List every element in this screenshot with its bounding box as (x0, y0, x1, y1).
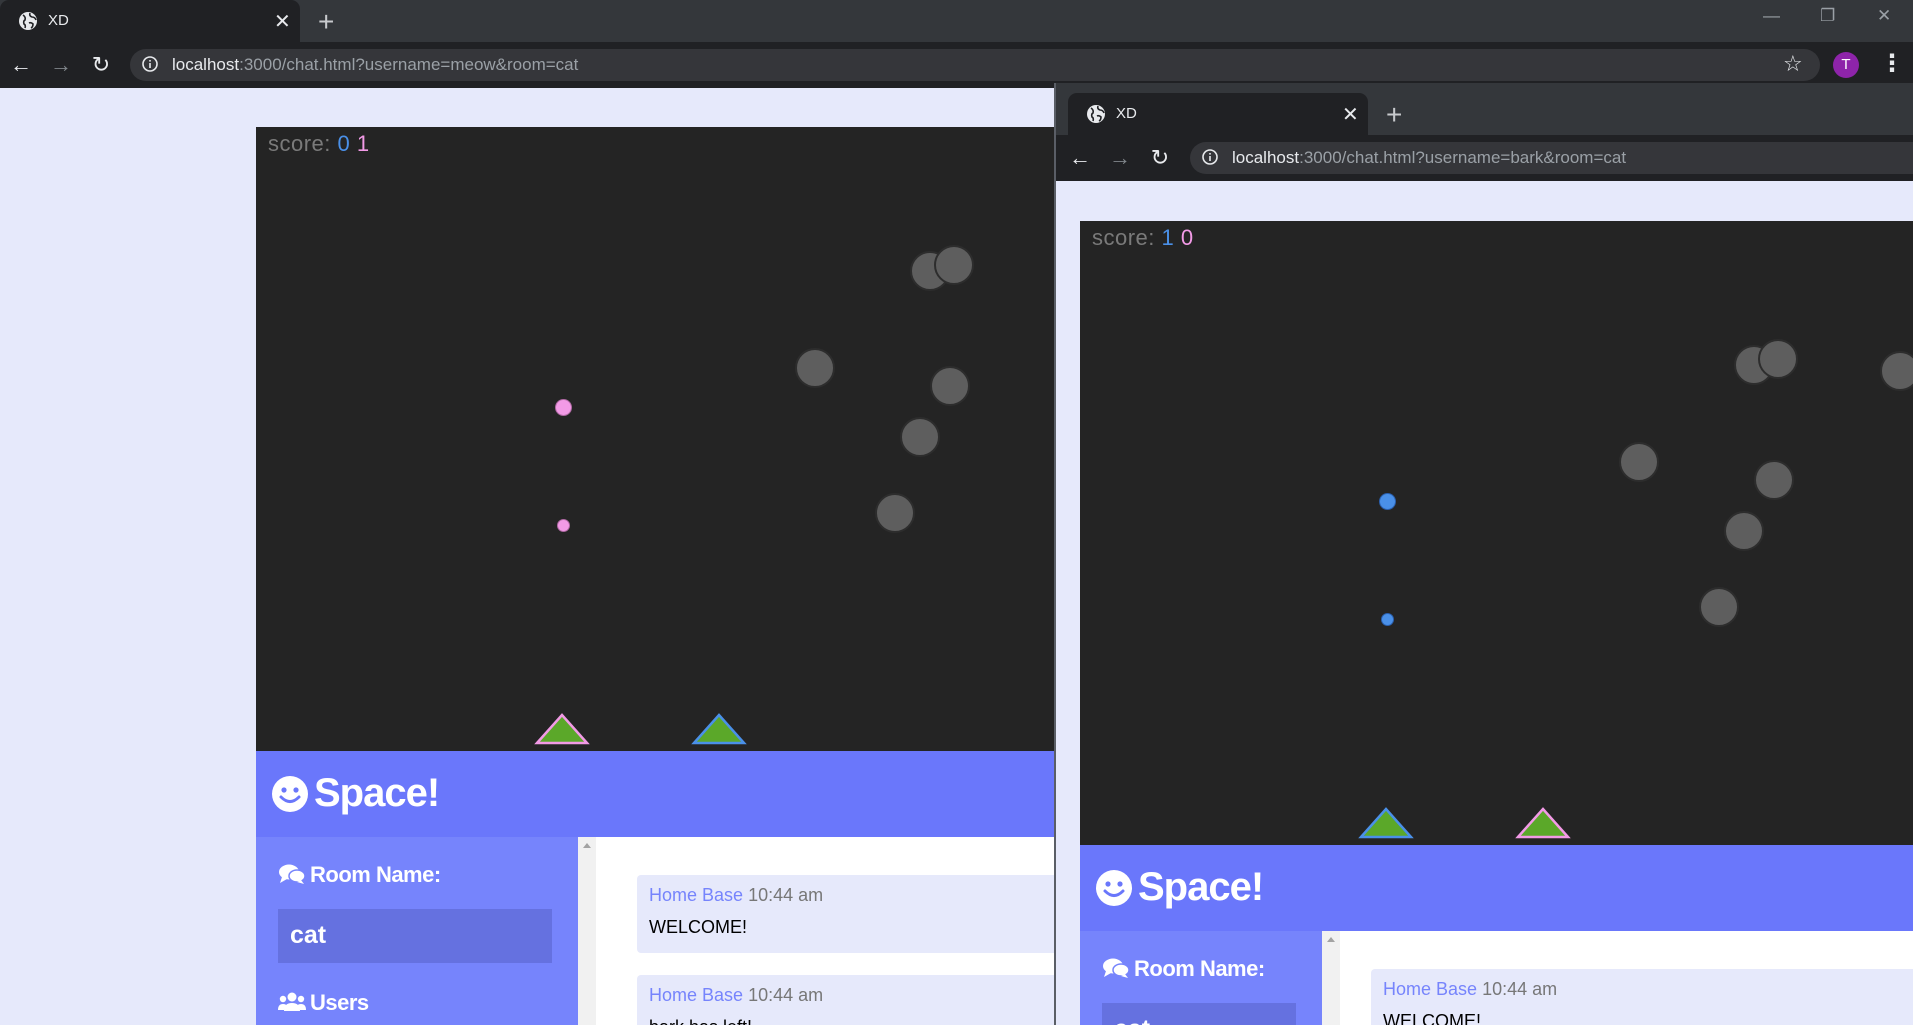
reload-icon[interactable]: ↻ (1142, 135, 1178, 181)
bullet-pink (555, 399, 572, 416)
game-canvas[interactable]: score: 1 0 (1080, 221, 1913, 845)
bullet-blue (1381, 613, 1394, 626)
chat-messages: Home Base 10:44 am WELCOME! (1322, 931, 1913, 1025)
room-name-value: cat (1114, 1015, 1150, 1025)
room-name-label: Room Name: (278, 862, 441, 888)
player-ship-blue (691, 713, 747, 745)
message-author: Home Base (1383, 979, 1478, 999)
url-text: localhost:3000/chat.html?username=bark&r… (1232, 148, 1627, 167)
room-name-value: cat (290, 921, 327, 949)
scrollbar[interactable] (578, 837, 596, 1025)
message-time: 10:44 am (1482, 979, 1558, 999)
message-author: Home Base (649, 885, 744, 905)
chat-sidebar: Room Name: cat Users (256, 837, 578, 1025)
asteroid (795, 348, 835, 388)
asteroid (934, 245, 974, 285)
chat-sidebar: Room Name: cat (1080, 931, 1322, 1025)
bullet-blue (1379, 493, 1396, 510)
profile-avatar[interactable]: T (1833, 52, 1859, 78)
smile-icon (272, 776, 308, 812)
chat-message: Home Base 10:44 am WELCOME! (1371, 969, 1913, 1025)
comments-icon (279, 864, 306, 884)
asteroid (1880, 351, 1913, 391)
room-name-field: cat (278, 909, 552, 963)
tab-xd[interactable]: XD ✕ (1068, 93, 1368, 135)
url-text: localhost:3000/chat.html?username=meow&r… (172, 55, 579, 74)
player-ship-pink (534, 713, 590, 745)
restore-icon[interactable]: ❐ (1820, 6, 1835, 26)
browser-toolbar: ← → ↻ localhost:3000/chat.html?username=… (0, 42, 1913, 88)
scroll-up-arrow-icon[interactable] (583, 843, 591, 848)
forward-icon[interactable]: → (43, 42, 79, 88)
close-tab-icon[interactable]: ✕ (274, 9, 291, 34)
bullet-pink (557, 519, 570, 532)
message-author: Home Base (649, 985, 744, 1005)
address-bar[interactable]: localhost:3000/chat.html?username=meow&r… (130, 49, 1820, 81)
tab-xd[interactable]: XD ✕ (0, 0, 300, 42)
browser-window-bark: XD ✕ + ← → ↻ localhost:3000/chat.html?us… (1054, 83, 1913, 1025)
globe-icon (19, 12, 37, 30)
score-display: score: 0 1 (268, 131, 370, 156)
smile-icon (1096, 870, 1132, 906)
tab-title: XD (48, 12, 69, 29)
minimize-icon[interactable]: — (1763, 6, 1780, 26)
message-time: 10:44 am (748, 885, 824, 905)
tab-strip: XD ✕ + (1056, 83, 1913, 135)
chat-messages: Home Base 10:44 am WELCOME! Home Base 10… (578, 837, 1056, 1025)
asteroid (1758, 339, 1798, 379)
brand-title: Space! (1138, 865, 1264, 909)
brand-title: Space! (314, 771, 440, 815)
globe-icon (1087, 105, 1105, 123)
bookmark-star-icon[interactable]: ☆ (1783, 51, 1803, 77)
back-icon[interactable]: ← (1062, 135, 1098, 181)
users-icon (278, 992, 306, 1011)
address-bar[interactable]: localhost:3000/chat.html?username=bark&r… (1190, 142, 1913, 174)
player-ship-blue (1358, 807, 1414, 839)
score-display: score: 1 0 (1092, 225, 1194, 250)
score-pink: 0 (1180, 225, 1194, 250)
message-text: WELCOME! (649, 917, 748, 937)
comments-icon (1103, 958, 1130, 978)
asteroid (1699, 587, 1739, 627)
tab-title: XD (1116, 105, 1137, 122)
score-blue: 1 (1161, 225, 1175, 250)
asteroid (1724, 511, 1764, 551)
message-time: 10:44 am (748, 985, 824, 1005)
users-label: Users (278, 990, 369, 1016)
asteroid (1754, 460, 1794, 500)
message-text: bark has left! (649, 1017, 752, 1025)
close-window-icon[interactable]: ✕ (1877, 6, 1891, 26)
app-header: Space! (1080, 845, 1913, 931)
tab-strip: XD ✕ + — ❐ ✕ (0, 0, 1913, 42)
asteroid (875, 493, 915, 533)
scroll-up-arrow-icon[interactable] (1327, 937, 1335, 942)
score-pink: 1 (356, 131, 370, 156)
back-icon[interactable]: ← (3, 42, 39, 88)
app-header: Space! (256, 751, 1056, 837)
score-blue: 0 (337, 131, 351, 156)
reload-icon[interactable]: ↻ (83, 42, 119, 88)
new-tab-icon[interactable]: + (1386, 99, 1402, 131)
new-tab-icon[interactable]: + (318, 6, 334, 38)
window-border (1054, 83, 1056, 1025)
message-text: WELCOME! (1383, 1011, 1482, 1025)
info-icon[interactable] (142, 56, 158, 72)
room-name-field: cat (1102, 1003, 1296, 1025)
close-tab-icon[interactable]: ✕ (1342, 102, 1359, 127)
scrollbar[interactable] (1322, 931, 1340, 1025)
kebab-menu-icon[interactable]: ⋮ (1880, 49, 1904, 78)
player-ship-pink (1515, 807, 1571, 839)
forward-icon[interactable]: → (1102, 135, 1138, 181)
info-icon[interactable] (1202, 149, 1218, 165)
asteroid (1619, 442, 1659, 482)
browser-toolbar: ← → ↻ localhost:3000/chat.html?username=… (1056, 135, 1913, 181)
asteroid (900, 417, 940, 457)
asteroid (930, 366, 970, 406)
room-name-label: Room Name: (1102, 956, 1265, 982)
game-canvas[interactable]: score: 0 1 (256, 127, 1056, 751)
chat-message: Home Base 10:44 am bark has left! (637, 975, 1056, 1025)
chat-message: Home Base 10:44 am WELCOME! (637, 875, 1056, 953)
